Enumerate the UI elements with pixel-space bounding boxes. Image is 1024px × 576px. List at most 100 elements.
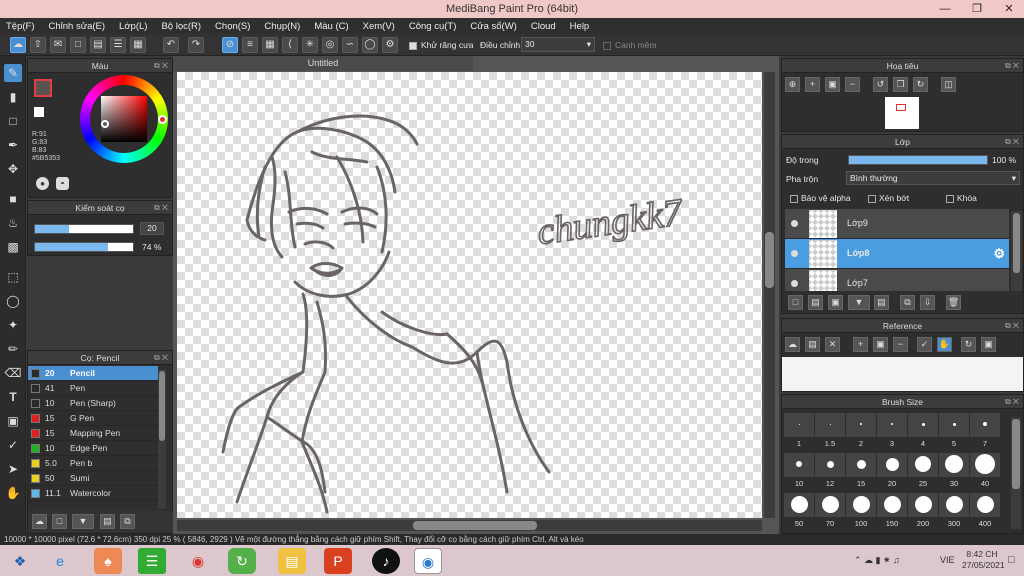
brush-size-scrollbar[interactable] <box>1011 417 1021 529</box>
medibang-app-icon[interactable]: ◉ <box>414 548 442 574</box>
settings-icon[interactable]: ⚙ <box>382 37 398 53</box>
brush-size-preset[interactable]: 10 <box>784 453 814 488</box>
maximize-button[interactable]: ❐ <box>962 0 992 18</box>
canvas-vertical-scrollbar[interactable] <box>764 72 775 518</box>
transparent-color-swatch[interactable] <box>34 107 44 117</box>
brush-size-preset[interactable]: 3 <box>877 413 907 448</box>
undo-icon[interactable]: ↶ <box>163 37 179 53</box>
ellipse-snap-icon[interactable]: ◯ <box>362 37 378 53</box>
select-eraser-tool-icon[interactable]: ⌫ <box>4 364 22 382</box>
vanishing-point-icon[interactable]: ⟨ <box>282 37 298 53</box>
cloud-icon[interactable]: ☁ <box>785 337 800 352</box>
canvas-horizontal-scrollbar[interactable] <box>177 520 762 531</box>
close-icon[interactable]: ✕ <box>825 337 840 352</box>
eraser-tool-icon[interactable]: ▮ <box>4 88 22 106</box>
notification-icon[interactable]: □ <box>1008 554 1015 566</box>
fill-rect-tool-icon[interactable]: ■ <box>4 190 22 208</box>
brush-size-preset[interactable]: 40 <box>970 453 1000 488</box>
rotate-icon[interactable]: ↻ <box>961 337 976 352</box>
brush-list-item[interactable]: 10 Pen (Sharp) <box>28 396 158 411</box>
pen-stroke-tool-icon[interactable]: ✒ <box>4 136 22 154</box>
comment-icon[interactable]: ✉ <box>50 37 66 53</box>
protect-alpha-checkbox[interactable]: Bảo vệ alpha <box>790 193 851 203</box>
brush-size-preset[interactable]: 100 <box>846 493 876 528</box>
divide-tool-icon[interactable]: ▣ <box>4 412 22 430</box>
hand-tool-icon[interactable]: ✋ <box>4 484 22 502</box>
circle-snap-icon[interactable]: ◎ <box>322 37 338 53</box>
drawing-canvas[interactable]: chungkk7 <box>177 72 762 518</box>
brush-menu-icon[interactable]: ▼ <box>72 514 94 529</box>
menu-select[interactable]: Chọn(S) <box>215 21 250 32</box>
document-icon[interactable]: ▤ <box>90 37 106 53</box>
brush-size-preset[interactable]: 7 <box>970 413 1000 448</box>
brush-list-item[interactable]: 5.0 Pen b <box>28 456 158 471</box>
select-tool-icon[interactable]: ⬚ <box>4 268 22 286</box>
brush-list-item[interactable]: 20Pencil⚙ <box>28 366 158 381</box>
magic-wand-tool-icon[interactable]: ✦ <box>4 316 22 334</box>
document-tab[interactable]: Untitled <box>173 56 473 71</box>
gear-icon[interactable]: ⚙ <box>993 246 1005 262</box>
zoom-out-icon[interactable]: − <box>893 337 908 352</box>
canvas-vertical-scroll-thumb[interactable] <box>765 232 774 288</box>
bluestacks-app-icon[interactable]: ☰ <box>138 548 166 574</box>
palette-icon[interactable]: ● <box>36 177 49 190</box>
merge-layer-icon[interactable]: ⇩ <box>920 295 935 310</box>
antialias-checkbox[interactable] <box>409 40 420 50</box>
saturation-cursor[interactable] <box>101 120 109 128</box>
menu-view[interactable]: Xem(V) <box>363 21 395 32</box>
brush-list-item[interactable]: 41 Pen <box>28 381 158 396</box>
layer-menu-icon[interactable]: ▼ <box>848 295 870 310</box>
panel-menu-icon[interactable]: ⧉ ✕ <box>1005 319 1019 333</box>
layer-item[interactable]: Lớp9 <box>785 209 1009 239</box>
clipping-checkbox[interactable]: Xén bớt <box>868 193 909 203</box>
panel-menu-icon[interactable]: ⧉ ✕ <box>154 59 168 73</box>
cloud-icon[interactable]: ☁ <box>10 37 26 53</box>
share-icon[interactable]: ⇧ <box>30 37 46 53</box>
tray-icons[interactable]: ⌃ ☁ ▮ ✷ ♫ <box>854 555 900 566</box>
brush-list-item[interactable]: 50 Sumi <box>28 471 158 486</box>
soft-edge-checkbox[interactable] <box>603 40 614 50</box>
brush-size-preset[interactable]: 150 <box>877 493 907 528</box>
panel-menu-icon[interactable]: ⧉ ✕ <box>154 201 168 215</box>
menu-help[interactable]: Help <box>570 21 590 32</box>
fit-icon[interactable]: ▣ <box>825 77 840 92</box>
brush-size-preset[interactable]: 20 <box>877 453 907 488</box>
windows-start-icon[interactable]: ❖ <box>6 548 34 574</box>
foreground-color-swatch[interactable] <box>34 79 52 97</box>
hue-cursor[interactable] <box>158 115 167 124</box>
close-button[interactable]: ✕ <box>994 0 1024 18</box>
radial-snap-icon[interactable]: ✳ <box>302 37 318 53</box>
menu-cloud[interactable]: Cloud <box>531 21 556 32</box>
menu-tools[interactable]: Công cụ(T) <box>409 21 457 32</box>
brush-list-scrollbar[interactable] <box>158 369 166 509</box>
folder-icon[interactable]: ▤ <box>100 514 115 529</box>
menu-edit[interactable]: Chỉnh sửa(E) <box>49 21 106 32</box>
edge-browser-icon[interactable]: e <box>46 548 74 574</box>
brush-size-value[interactable]: 20 <box>140 222 164 235</box>
duplicate-layer-icon[interactable]: ⧉ <box>900 295 915 310</box>
brush-size-preset[interactable]: 2 <box>846 413 876 448</box>
new-halftone-layer-icon[interactable]: ▤ <box>808 295 823 310</box>
brush-list-item[interactable]: 15 G Pen <box>28 411 158 426</box>
saturation-square[interactable] <box>101 96 147 142</box>
gradient-tool-icon[interactable]: ▩ <box>4 238 22 256</box>
brush-size-preset[interactable]: 30 <box>939 453 969 488</box>
dropper-tool-icon[interactable]: ➤ <box>4 460 22 478</box>
panel-menu-icon[interactable]: ⧉ ✕ <box>1005 135 1019 149</box>
brush-size-preset[interactable]: 50 <box>784 493 814 528</box>
new-layer-icon[interactable]: □ <box>788 295 803 310</box>
brush-size-preset[interactable]: 25 <box>908 453 938 488</box>
panel-menu-icon[interactable]: ⧉ ✕ <box>1005 395 1019 409</box>
brush-size-preset[interactable]: 5 <box>939 413 969 448</box>
grid-icon[interactable]: ▦ <box>130 37 146 53</box>
lasso-tool-icon[interactable]: ◯ <box>4 292 22 310</box>
brush-list-item[interactable]: 11.1 Watercolor <box>28 486 158 501</box>
reference-preview[interactable] <box>782 357 1023 391</box>
brush-list-item[interactable]: 15 Mapping Pen <box>28 426 158 441</box>
brush-list-item[interactable]: 10 Edge Pen <box>28 441 158 456</box>
brush-list-scroll-thumb[interactable] <box>159 371 165 441</box>
curve-snap-icon[interactable]: ∽ <box>342 37 358 53</box>
zoom-out-icon[interactable]: − <box>845 77 860 92</box>
clock[interactable]: 8:42 CH 27/05/2021 <box>962 549 1005 571</box>
fullscreen-icon[interactable]: ▣ <box>981 337 996 352</box>
